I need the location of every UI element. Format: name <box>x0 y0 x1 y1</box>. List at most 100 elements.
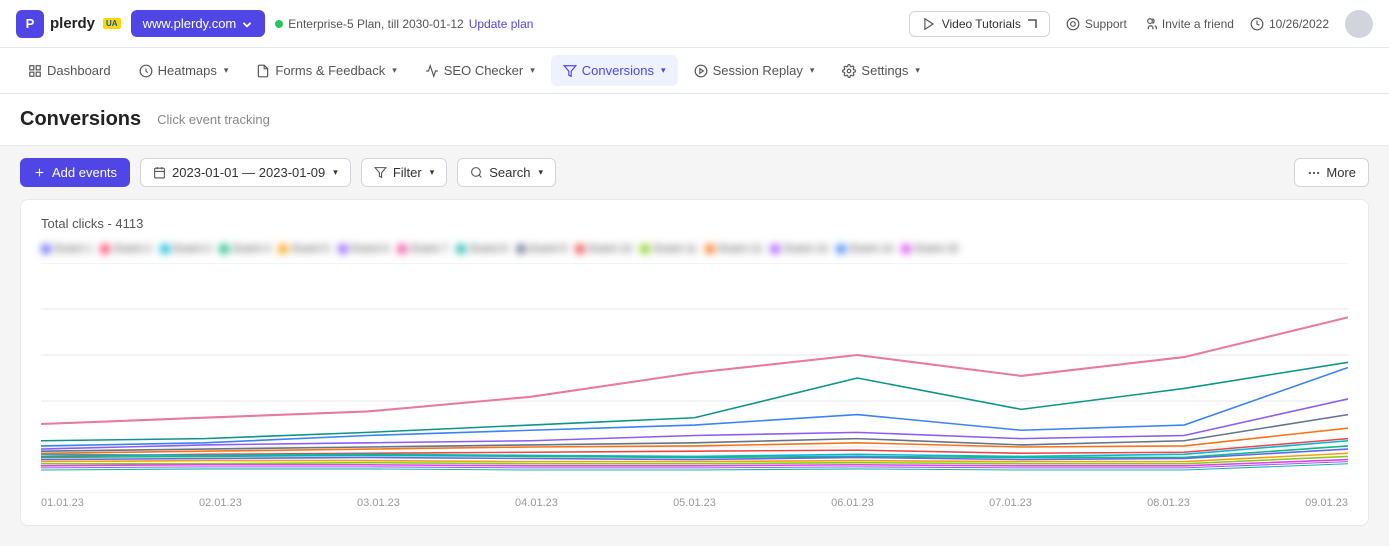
add-events-button[interactable]: Add events <box>20 158 130 187</box>
avatar[interactable] <box>1345 10 1373 38</box>
legend-dot <box>836 244 846 254</box>
nav-dashboard[interactable]: Dashboard <box>16 55 123 86</box>
more-label: More <box>1326 165 1356 180</box>
legend-label: Event 10 <box>589 243 632 255</box>
legend-item: Event 14 <box>836 243 893 255</box>
date-range-button[interactable]: 2023-01-01 — 2023-01-09 ▾ <box>140 158 351 187</box>
legend-label: Event 13 <box>784 243 827 255</box>
legend-dot <box>219 244 229 254</box>
legend-label: Event 5 <box>292 243 329 255</box>
x-axis-label: 08.01.23 <box>1147 497 1190 509</box>
legend-dot <box>640 244 650 254</box>
logo-ua: UA <box>103 18 121 29</box>
x-axis-label: 09.01.23 <box>1305 497 1348 509</box>
legend-label: Event 12 <box>719 243 762 255</box>
legend-item: Event 5 <box>278 243 329 255</box>
legend-item: Event 2 <box>100 243 151 255</box>
date-range-chevron: ▾ <box>333 167 338 178</box>
chart-container: Total clicks - 4113 Event 1 Event 2 Event … <box>20 199 1369 526</box>
legend-label: Event 4 <box>233 243 270 255</box>
topbar-right: Video Tutorials Support Invite a friend … <box>909 10 1373 38</box>
chart-title: Total clicks - 4113 <box>41 216 1348 231</box>
logo-icon: P <box>16 10 44 38</box>
legend-label: Event 6 <box>352 243 389 255</box>
video-tutorials-label: Video Tutorials <box>942 17 1021 31</box>
page-header: Conversions Click event tracking <box>0 94 1389 146</box>
legend-dot <box>456 244 466 254</box>
page-title: Conversions <box>20 108 141 131</box>
legend-dot <box>278 244 288 254</box>
legend-item: Event 7 <box>397 243 448 255</box>
topbar-left: P plerdy UA www.plerdy.com Enterprise-5 … <box>16 10 533 38</box>
legend-label: Event 9 <box>530 243 567 255</box>
filter-label: Filter <box>393 165 422 180</box>
nav-heatmaps-chevron: ▾ <box>224 65 229 76</box>
nav-session-replay[interactable]: Session Replay ▾ <box>682 55 827 86</box>
logo: P plerdy UA <box>16 10 121 38</box>
x-axis-labels: 01.01.23 02.01.23 03.01.23 04.01.23 05.01.23… <box>41 493 1348 509</box>
nav-seo[interactable]: SEO Checker ▾ <box>413 55 547 86</box>
plan-badge: Enterprise-5 Plan, till 2030-01-12 Updat… <box>275 17 533 31</box>
legend-dot <box>100 244 110 254</box>
legend-dot <box>516 244 526 254</box>
x-axis-label: 01.01.23 <box>41 497 84 509</box>
nav-session-replay-label: Session Replay <box>713 63 803 78</box>
legend-dot <box>338 244 348 254</box>
legend-dot <box>575 244 585 254</box>
plan-link[interactable]: Update plan <box>469 17 534 31</box>
add-events-label: Add events <box>52 165 117 180</box>
topbar: P plerdy UA www.plerdy.com Enterprise-5 … <box>0 0 1389 48</box>
legend-label: Event 7 <box>411 243 448 255</box>
page-subtitle: Click event tracking <box>157 112 270 127</box>
domain-label: www.plerdy.com <box>143 16 237 31</box>
more-button[interactable]: More <box>1294 158 1369 187</box>
x-axis-label: 03.01.23 <box>357 497 400 509</box>
legend-item: Event 11 <box>640 243 697 255</box>
search-chevron: ▾ <box>538 167 543 178</box>
legend-dot <box>705 244 715 254</box>
date-label: 10/26/2022 <box>1269 17 1329 31</box>
date-range-label: 2023-01-01 — 2023-01-09 <box>172 165 325 180</box>
legend-dot <box>41 244 51 254</box>
search-label: Search <box>489 165 530 180</box>
domain-button[interactable]: www.plerdy.com <box>131 10 266 37</box>
search-button[interactable]: Search ▾ <box>457 158 556 187</box>
legend-item: Event 6 <box>338 243 389 255</box>
video-tutorials-button[interactable]: Video Tutorials <box>909 11 1050 37</box>
nav-seo-chevron: ▾ <box>530 65 535 76</box>
nav-conversions-chevron: ▾ <box>661 65 666 76</box>
nav-forms[interactable]: Forms & Feedback ▾ <box>244 55 408 86</box>
support-label: Support <box>1085 17 1127 31</box>
plan-dot <box>275 20 283 28</box>
legend-dot <box>901 244 911 254</box>
legend-dot <box>397 244 407 254</box>
toolbar: Add events 2023-01-01 — 2023-01-09 ▾ Fil… <box>0 146 1389 199</box>
plan-text: Enterprise-5 Plan, till 2030-01-12 <box>288 17 463 31</box>
nav-replay-chevron: ▾ <box>810 65 815 76</box>
invite-item[interactable]: Invite a friend <box>1143 17 1234 31</box>
x-axis-label: 07.01.23 <box>989 497 1032 509</box>
chart-wrapper: 200 160 120 80 40 0 <box>41 263 1348 493</box>
legend-label: Event 11 <box>654 243 697 255</box>
nav-settings-chevron: ▾ <box>915 65 920 76</box>
nav-conversions[interactable]: Conversions ▾ <box>551 55 678 86</box>
legend-label: Event 3 <box>174 243 211 255</box>
legend-item: Event 4 <box>219 243 270 255</box>
nav-heatmaps[interactable]: Heatmaps ▾ <box>127 55 241 86</box>
nav-conversions-label: Conversions <box>582 63 654 78</box>
legend-label: Event 2 <box>114 243 151 255</box>
nav-heatmaps-label: Heatmaps <box>158 63 217 78</box>
filter-button[interactable]: Filter ▾ <box>361 158 447 187</box>
nav-forms-label: Forms & Feedback <box>275 63 385 78</box>
support-item[interactable]: Support <box>1066 17 1127 31</box>
nav-settings[interactable]: Settings ▾ <box>830 55 932 86</box>
legend-item: Event 9 <box>516 243 567 255</box>
legend-item: Event 3 <box>160 243 211 255</box>
x-axis-label: 02.01.23 <box>199 497 242 509</box>
x-axis-label: 06.01.23 <box>831 497 874 509</box>
nav-settings-label: Settings <box>861 63 908 78</box>
nav-forms-chevron: ▾ <box>392 65 397 76</box>
x-axis-label: 04.01.23 <box>515 497 558 509</box>
legend-item: Event 1 <box>41 243 92 255</box>
x-axis-label: 05.01.23 <box>673 497 716 509</box>
